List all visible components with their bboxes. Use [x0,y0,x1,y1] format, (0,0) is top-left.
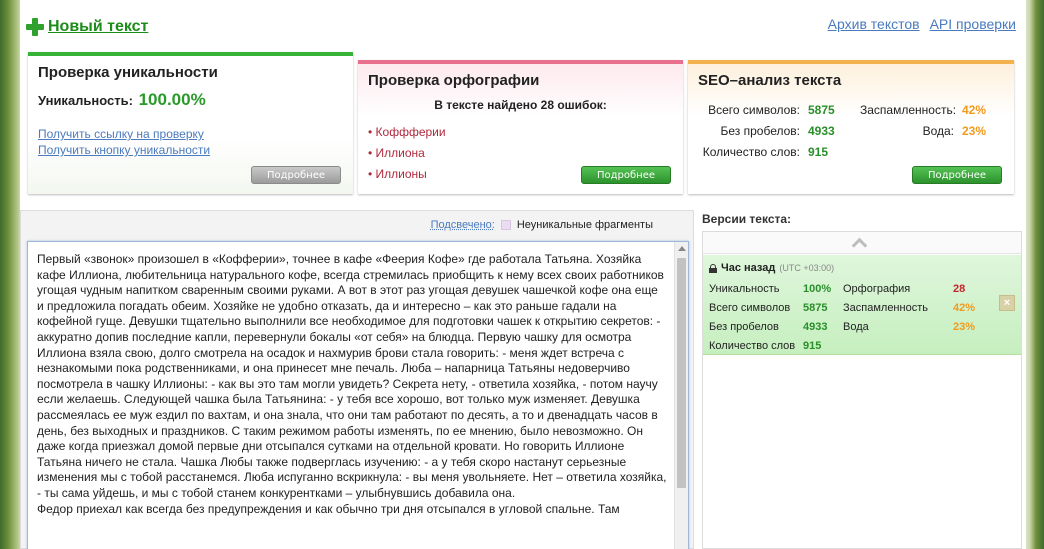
top-bar: Новый текст Архив текстов API проверки [20,0,1026,52]
seo-right-stats: Заспамленность: 42% Вода: 23% [860,100,986,142]
version-left-stats: Уникальность 100% Всего символов 5875 Без … [709,280,831,356]
version-stat-value: 42% [953,302,976,314]
uniqueness-panel: Проверка уникальности Уникальность: 100.… [28,52,353,194]
highlight-label[interactable]: Подсвечено: [431,219,495,231]
editor-wrapper: Подсвечено: Неуникальные фрагменты Первы… [20,210,694,549]
spelling-error-item[interactable]: Иллионы [368,164,446,185]
seo-stat-row: Заспамленность: 42% [860,100,986,121]
version-stat-label: Заспамленность [843,302,928,314]
seo-panel: SEO–анализ текста Всего символов: 5875 Бе… [688,60,1014,194]
version-time: Час назад (UTC +03:00) [709,262,834,274]
version-stat-value: 915 [803,340,822,352]
archive-link[interactable]: Архив текстов [828,16,920,32]
get-check-link[interactable]: Получить ссылку на проверку [38,126,210,142]
editor-paragraph: Первый «звонок» произошел в «Кофферии», … [37,252,667,500]
seo-stat-value: 23% [962,124,987,138]
version-right-stats: Орфография 28 Заспамленность 42% Вода 23% [843,280,975,337]
seo-stat-label: Всего символов: [708,103,800,117]
version-stat-value: 5875 [803,302,828,314]
chevron-up-icon[interactable] [853,238,865,246]
version-stat-label: Орфография [843,283,911,295]
seo-left-stats: Всего символов: 5875 Без пробелов: 4933 Ко… [698,100,835,163]
spelling-details-button[interactable]: Подробнее [581,166,671,184]
new-text-link[interactable]: Новый текст [26,18,148,36]
seo-stat-row: Без пробелов: 4933 [698,121,835,142]
version-stat-row: Количество слов 915 [709,337,831,356]
seo-stat-value: 42% [962,103,987,117]
version-stat-label: Количество слов [709,340,796,352]
seo-stat-value: 915 [808,145,829,159]
versions-box: Час назад (UTC +03:00) Уникальность 100% … [702,231,1022,549]
new-text-label: Новый текст [48,18,149,35]
highlight-swatch [500,220,511,230]
version-stat-label: Уникальность [709,283,780,295]
versions-title: Версии текста: [702,212,792,226]
spelling-error-list: Коффферии Иллиона Иллионы [368,122,446,185]
version-stat-row: Вода 23% [843,318,975,337]
editor-scrollbar[interactable] [674,242,688,549]
seo-stat-row: Количество слов: 915 [698,142,835,163]
version-stat-value: 23% [953,321,976,333]
seo-details-button[interactable]: Подробнее [912,166,1002,184]
highlight-legend: Подсвечено: Неуникальные фрагменты [431,219,653,231]
version-time-label: Час назад [721,262,776,274]
scroll-up-icon[interactable] [678,246,686,251]
spelling-error-item[interactable]: Иллиона [368,143,446,164]
spelling-error-item[interactable]: Коффферии [368,122,446,143]
api-link[interactable]: API проверки [930,16,1016,32]
version-stat-row: Заспамленность 42% [843,299,975,318]
text-editor[interactable]: Первый «звонок» произошел в «Кофферии», … [27,241,689,549]
page: Новый текст Архив текстов API проверки П… [20,0,1026,549]
version-stat-value: 4933 [803,321,828,333]
version-stat-label: Вода [843,321,869,333]
uniqueness-label: Уникальность: [38,93,133,108]
seo-stat-row: Вода: 23% [860,121,986,142]
get-button-link[interactable]: Получить кнопку уникальности [38,142,210,158]
editor-text[interactable]: Первый «звонок» произошел в «Кофферии», … [37,252,667,517]
uniqueness-title: Проверка уникальности [38,64,218,81]
seo-stat-label: Заспамленность: [860,103,957,117]
seo-stat-label: Вода: [922,124,954,138]
spelling-panel: Проверка орфографии В тексте найдено 28 … [358,60,683,194]
highlight-description: Неуникальные фрагменты [516,219,653,231]
seo-stat-value: 5875 [808,103,835,117]
seo-stat-row: Всего символов: 5875 [698,100,835,121]
seo-stat-label: Количество слов: [702,145,800,159]
uniqueness-links: Получить ссылку на проверку Получить кно… [38,126,210,158]
version-stat-value: 100% [803,283,832,295]
version-stat-label: Всего символов [709,302,791,314]
uniqueness-row: Уникальность: 100.00% [38,90,206,110]
versions-header[interactable] [703,232,1021,254]
plus-icon [26,18,44,36]
version-timezone: (UTC +03:00) [779,263,835,273]
version-stat-row: Орфография 28 [843,280,975,299]
lock-icon [709,263,717,273]
seo-stat-value: 4933 [808,124,835,138]
seo-title: SEO–анализ текста [698,72,842,89]
editor-paragraph: Федор приехал как всегда без предупрежде… [37,501,620,516]
spelling-summary: В тексте найдено 28 ошибок: [434,98,607,112]
seo-stat-label: Без пробелов: [720,124,801,138]
scroll-thumb[interactable] [677,258,686,488]
version-item[interactable]: Час назад (UTC +03:00) Уникальность 100% … [703,255,1021,355]
version-stat-row: Уникальность 100% [709,280,831,299]
spelling-title: Проверка орфографии [368,72,540,89]
uniqueness-value: 100.00% [138,90,206,109]
close-icon[interactable]: × [999,295,1015,311]
uniqueness-details-button[interactable]: Подробнее [251,166,341,184]
version-stat-row: Всего символов 5875 [709,299,831,318]
version-stat-value: 28 [953,283,966,295]
version-stat-row: Без пробелов 4933 [709,318,831,337]
version-stat-label: Без пробелов [709,321,779,333]
top-links: Архив текстов API проверки [828,16,1016,32]
